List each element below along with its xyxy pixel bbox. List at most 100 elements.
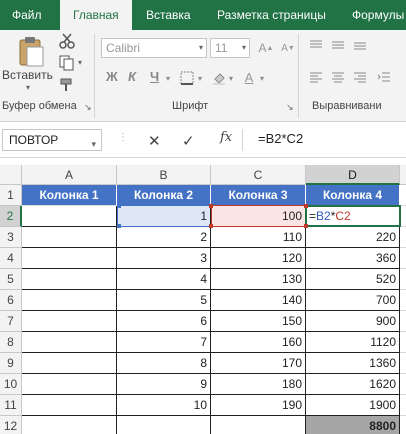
font-launcher-icon[interactable]: ↘ (286, 102, 294, 113)
row-header[interactable]: 2 (0, 206, 22, 227)
copy-dropdown-icon[interactable]: ▾ (78, 58, 82, 67)
enter-icon[interactable]: ✓ (182, 132, 195, 150)
font-color-dropdown-icon[interactable]: ▾ (260, 74, 264, 83)
table-cell[interactable]: 150 (211, 311, 306, 332)
total-cell[interactable]: 8800 (306, 416, 400, 434)
align-center-icon[interactable] (330, 70, 346, 84)
paste-icon[interactable] (14, 34, 48, 68)
row-header[interactable]: 3 (0, 227, 22, 248)
table-cell[interactable]: 1900 (306, 395, 400, 416)
table-cell[interactable]: 120 (211, 248, 306, 269)
name-box[interactable]: ПОВТОР ▾ (2, 129, 102, 151)
table-cell[interactable] (22, 353, 117, 374)
table-cell[interactable] (22, 416, 117, 434)
table-cell[interactable] (400, 269, 406, 290)
font-name-select[interactable]: Calibri ▾ (101, 38, 207, 58)
table-cell[interactable] (22, 206, 117, 227)
format-painter-icon[interactable] (58, 76, 76, 94)
row-header[interactable]: 4 (0, 248, 22, 269)
table-cell[interactable] (22, 269, 117, 290)
column-header-d[interactable]: D (306, 165, 400, 185)
row-header[interactable]: 10 (0, 374, 22, 395)
tab-home[interactable]: Главная (60, 0, 132, 30)
align-bottom-icon[interactable] (352, 38, 368, 52)
table-cell[interactable] (22, 374, 117, 395)
table-cell[interactable]: 9 (117, 374, 211, 395)
table-cell[interactable] (400, 311, 406, 332)
indent-icon[interactable] (376, 70, 392, 84)
row-header[interactable]: 7 (0, 311, 22, 332)
row-header[interactable]: 1 (0, 185, 22, 206)
tab-page-layout[interactable]: Разметка страницы (217, 0, 326, 30)
table-header-cell[interactable]: Колонка 2 (117, 185, 211, 206)
paste-dropdown-icon[interactable]: ▾ (26, 83, 30, 92)
fill-color-icon[interactable] (210, 70, 228, 86)
table-cell[interactable] (22, 248, 117, 269)
row-header[interactable]: 9 (0, 353, 22, 374)
table-cell[interactable]: 4 (117, 269, 211, 290)
table-cell[interactable] (400, 353, 406, 374)
select-all-corner[interactable] (0, 165, 22, 185)
clipboard-launcher-icon[interactable]: ↘ (84, 102, 92, 113)
column-header-e[interactable] (400, 165, 406, 185)
table-cell[interactable]: 5 (117, 290, 211, 311)
table-cell[interactable]: 6 (117, 311, 211, 332)
copy-icon[interactable] (58, 54, 76, 72)
table-cell[interactable]: 1120 (306, 332, 400, 353)
table-cell[interactable]: 1 (117, 206, 211, 227)
bold-button[interactable]: Ж (106, 69, 118, 84)
underline-dropdown-icon[interactable]: ▾ (166, 74, 170, 83)
table-cell[interactable]: 1620 (306, 374, 400, 395)
table-cell[interactable] (22, 395, 117, 416)
table-cell[interactable]: 220 (306, 227, 400, 248)
table-cell[interactable]: 3 (117, 248, 211, 269)
table-cell[interactable]: 8 (117, 353, 211, 374)
cut-icon[interactable] (58, 32, 76, 50)
fill-color-dropdown-icon[interactable]: ▾ (229, 74, 233, 83)
table-header-cell[interactable]: Колонка 1 (22, 185, 117, 206)
column-header-c[interactable]: C (211, 165, 306, 185)
row-header[interactable]: 6 (0, 290, 22, 311)
align-left-icon[interactable] (308, 70, 324, 84)
table-header-cell[interactable]: Колонка 3 (211, 185, 306, 206)
table-cell[interactable] (400, 248, 406, 269)
table-cell[interactable]: 10 (117, 395, 211, 416)
table-cell[interactable] (400, 185, 406, 206)
table-cell[interactable]: 100 (211, 206, 306, 227)
borders-dropdown-icon[interactable]: ▾ (198, 74, 202, 83)
tab-formulas[interactable]: Формулы (352, 0, 404, 30)
align-middle-icon[interactable] (330, 38, 346, 52)
table-cell[interactable] (211, 416, 306, 434)
row-header[interactable]: 11 (0, 395, 22, 416)
table-cell[interactable]: 900 (306, 311, 400, 332)
table-cell[interactable]: 140 (211, 290, 306, 311)
row-header[interactable]: 12 (0, 416, 22, 434)
font-shrink-icon[interactable]: A ▼ (278, 40, 298, 56)
align-top-icon[interactable] (308, 38, 324, 52)
font-grow-icon[interactable]: A ▲ (256, 40, 276, 56)
table-cell[interactable] (400, 374, 406, 395)
underline-button[interactable]: Ч (150, 69, 159, 84)
table-cell[interactable] (400, 290, 406, 311)
table-cell[interactable] (22, 311, 117, 332)
table-cell[interactable]: 700 (306, 290, 400, 311)
table-cell[interactable]: 360 (306, 248, 400, 269)
table-cell[interactable] (400, 227, 406, 248)
align-right-icon[interactable] (352, 70, 368, 84)
table-cell[interactable]: 160 (211, 332, 306, 353)
table-cell[interactable] (400, 395, 406, 416)
table-cell[interactable] (400, 416, 406, 434)
table-cell[interactable] (22, 290, 117, 311)
table-cell[interactable] (400, 206, 406, 227)
table-header-cell[interactable]: Колонка 4 (306, 185, 400, 206)
row-header[interactable]: 5 (0, 269, 22, 290)
italic-button[interactable]: К (128, 69, 136, 84)
font-size-select[interactable]: 11 ▾ (210, 38, 250, 58)
table-cell[interactable] (117, 416, 211, 434)
table-cell[interactable]: 110 (211, 227, 306, 248)
table-cell[interactable]: 1360 (306, 353, 400, 374)
paste-button[interactable]: Вставить (2, 68, 53, 82)
fx-icon[interactable]: fx (220, 130, 232, 145)
tab-insert[interactable]: Вставка (146, 0, 191, 30)
column-header-b[interactable]: B (117, 165, 211, 185)
